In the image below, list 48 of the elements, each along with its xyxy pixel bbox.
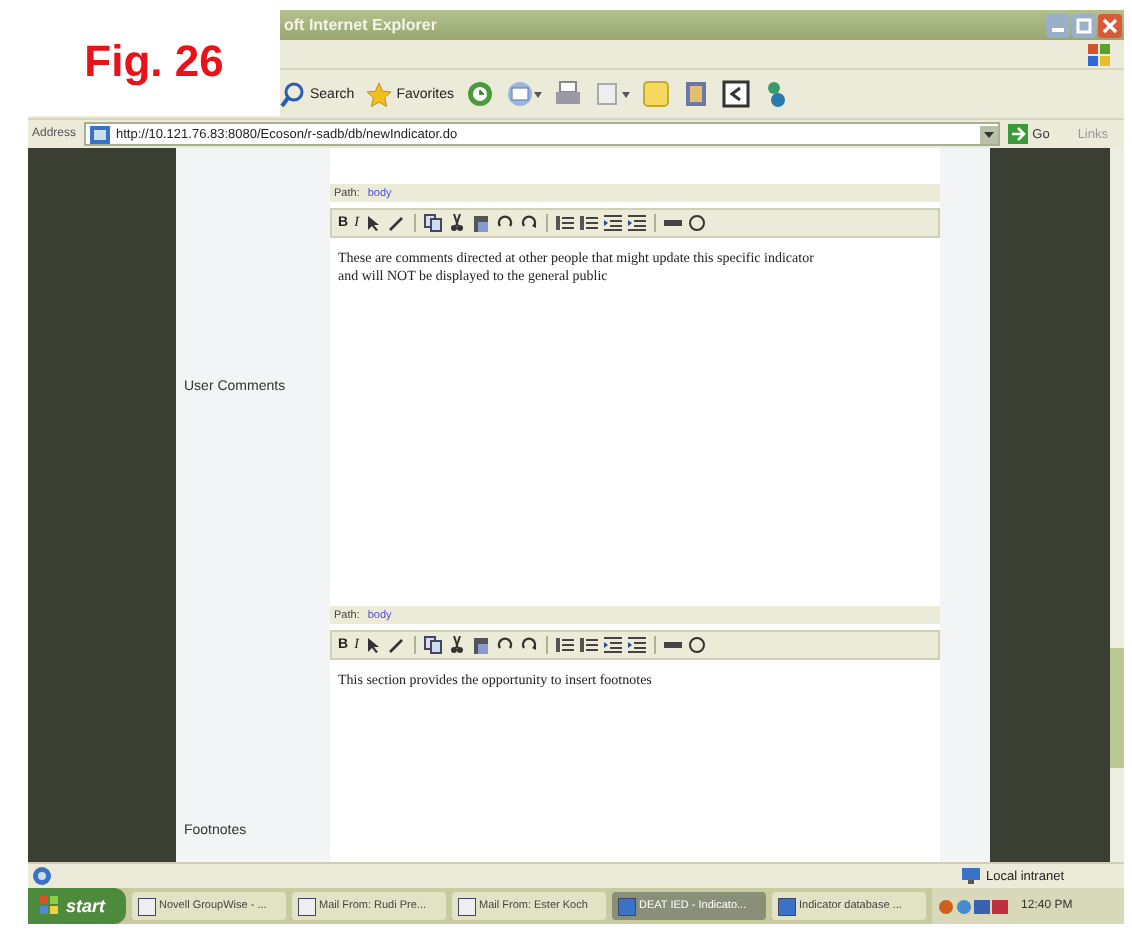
pen-icon[interactable] [388, 636, 407, 655]
printer-icon[interactable] [553, 80, 582, 108]
intranet-icon [961, 866, 982, 886]
cursor-icon[interactable] [364, 214, 383, 232]
redo-icon[interactable] [520, 214, 539, 232]
history-icon[interactable] [465, 80, 494, 108]
maximize-icon [1076, 17, 1092, 33]
cut-icon[interactable] [448, 214, 467, 232]
start-button[interactable]: start [28, 888, 126, 924]
ulist-icon[interactable] [580, 636, 599, 655]
paste-icon[interactable] [472, 214, 491, 232]
olist-icon[interactable] [556, 214, 575, 232]
window-icon[interactable] [721, 80, 750, 108]
go-arrow-icon [1008, 124, 1029, 144]
scroll-thumb[interactable] [1110, 648, 1124, 768]
paste-icon[interactable] [472, 636, 491, 655]
close-icon [1102, 17, 1118, 33]
app-icon [457, 897, 476, 915]
dropdown-icon[interactable] [980, 125, 999, 143]
circle-icon[interactable] [688, 214, 707, 232]
close-button[interactable] [1098, 13, 1122, 37]
figure-label: Fig. 26 [28, 8, 280, 116]
cut-icon[interactable] [448, 636, 467, 655]
app-icon [137, 897, 156, 915]
ulist-icon[interactable] [580, 214, 599, 232]
windows-logo-icon [40, 896, 60, 916]
copy-icon[interactable] [424, 214, 443, 232]
undo-icon[interactable] [496, 214, 515, 232]
star-icon [366, 81, 393, 107]
app-icon [617, 897, 636, 915]
cursor-icon[interactable] [364, 636, 383, 655]
windows-logo-icon [1088, 43, 1112, 65]
indent-icon[interactable] [628, 214, 647, 232]
app-icon [297, 897, 316, 915]
page-icon [90, 125, 111, 143]
olist-icon[interactable] [556, 636, 575, 655]
circle-icon[interactable] [688, 636, 707, 655]
indent-icon[interactable] [628, 636, 647, 655]
app-icon [777, 897, 796, 915]
pen-icon[interactable] [388, 214, 407, 232]
copy-icon[interactable] [424, 636, 443, 655]
search-icon [280, 81, 306, 107]
outdent-icon[interactable] [604, 636, 623, 655]
redo-icon[interactable] [520, 636, 539, 655]
minimize-icon [1052, 28, 1064, 32]
scrollbar[interactable] [1110, 148, 1124, 862]
window-title: oft Internet Explorer [284, 16, 439, 34]
outdent-icon[interactable] [604, 214, 623, 232]
